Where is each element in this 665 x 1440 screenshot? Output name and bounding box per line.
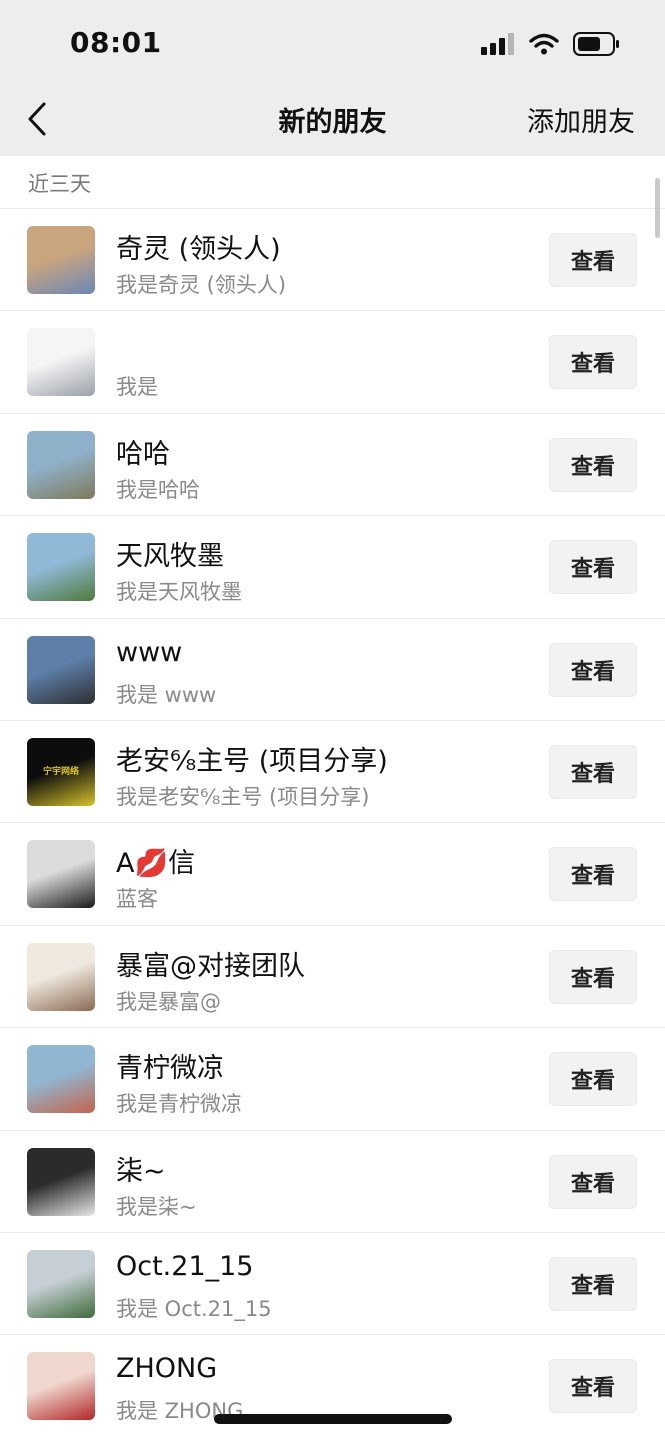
contact-name: 奇灵 (领头人): [116, 234, 281, 265]
wifi-icon: [529, 33, 559, 55]
friend-request-row[interactable]: Oct.21_15 我是 Oct.21_15 查看: [0, 1233, 665, 1336]
contact-name: 青柠微凉: [116, 1053, 224, 1085]
friend-request-row[interactable]: A💋信蓝客 查看: [0, 823, 665, 926]
friend-request-row[interactable]: 柒~ 我是柒~ 查看: [0, 1131, 665, 1233]
friend-request-row[interactable]: 暴富@对接团队我是暴富@ 查看: [0, 926, 665, 1029]
avatar[interactable]: [27, 635, 95, 704]
request-message: 我是 www: [116, 682, 217, 707]
add-friend-button[interactable]: 添加朋友: [527, 100, 635, 139]
request-message: 我是 Oct.21_15: [116, 1296, 272, 1321]
scrollbar[interactable]: [655, 178, 660, 238]
view-button[interactable]: 查看: [549, 233, 637, 287]
avatar[interactable]: [27, 328, 95, 397]
contact-name: A💋信: [116, 848, 196, 880]
section-label: 近三天: [28, 172, 91, 196]
request-message: 我是老安⁶⁄₈主号 (项目分享): [116, 784, 370, 809]
contact-name: 柒~: [116, 1155, 166, 1187]
friend-request-row[interactable]: 天风牧墨我是天风牧墨 查看: [0, 516, 665, 619]
cellular-signal-icon: [481, 33, 514, 55]
view-button[interactable]: 查看: [549, 949, 637, 1004]
navigation-bar: 新的朋友 添加朋友: [0, 88, 665, 156]
request-message: 我是奇灵 (领头人): [116, 273, 287, 297]
view-button[interactable]: 查看: [549, 540, 637, 595]
home-indicator[interactable]: [214, 1414, 452, 1424]
request-message: 我是: [116, 375, 158, 400]
contact-name: ZHONG: [116, 1353, 218, 1385]
friend-request-row[interactable]: 奇灵 (领头人) 我是奇灵 (领头人) 查看: [0, 209, 665, 312]
avatar[interactable]: 宁宇网络: [27, 737, 95, 806]
avatar[interactable]: [27, 1147, 95, 1216]
avatar[interactable]: [27, 1249, 95, 1318]
contact-name: Oct.21_15: [116, 1250, 254, 1282]
avatar[interactable]: [27, 1352, 95, 1421]
friend-request-row[interactable]: www 我是 www 查看: [0, 619, 665, 721]
friend-request-list: 奇灵 (领头人) 我是奇灵 (领头人) 查看 我是 查看 哈哈 我是哈哈 查看 天风牧墨 我是天风…: [0, 209, 665, 1438]
avatar[interactable]: [27, 226, 95, 294]
view-button[interactable]: 查看: [549, 437, 637, 492]
avatar-logo-text: 宁宇网络: [42, 766, 79, 777]
view-button[interactable]: 查看: [549, 1154, 637, 1209]
contact-name: www: [116, 636, 183, 668]
view-button[interactable]: 查看: [549, 1359, 637, 1414]
avatar[interactable]: [27, 533, 95, 602]
status-time: 08:01: [70, 26, 162, 59]
contact-name: 哈哈: [116, 438, 170, 470]
friend-request-row[interactable]: 我是 查看: [0, 311, 665, 414]
view-button[interactable]: 查看: [549, 1052, 637, 1107]
friend-request-row[interactable]: 青柠微凉我是青柠微凉 查看: [0, 1028, 665, 1131]
contact-name: 老安⁶⁄₈主号 (项目分享): [116, 745, 388, 777]
friend-request-row[interactable]: 宁宇网络 老安⁶⁄₈主号 (项目分享) 我是老安⁶⁄₈主号 (项目分享) 查看: [0, 721, 665, 824]
section-header: 近三天: [0, 156, 665, 209]
request-message: 我是柒~: [116, 1194, 197, 1219]
view-button[interactable]: 查看: [549, 642, 637, 697]
status-icons: [481, 30, 621, 58]
request-message: 我是青柠微凉: [116, 1092, 242, 1117]
view-button[interactable]: 查看: [549, 335, 637, 390]
request-message: 我是哈哈: [116, 477, 200, 502]
avatar[interactable]: [27, 840, 95, 909]
request-message: 我是暴富@: [116, 989, 221, 1014]
avatar[interactable]: [27, 430, 95, 499]
view-button[interactable]: 查看: [549, 744, 637, 799]
status-bar: 08:01: [0, 0, 665, 88]
battery-icon: [573, 32, 619, 56]
contact-name: 暴富@对接团队: [116, 950, 305, 982]
avatar[interactable]: [27, 1045, 95, 1114]
view-button[interactable]: 查看: [549, 1256, 637, 1311]
friend-request-row[interactable]: 哈哈我是哈哈 查看: [0, 414, 665, 517]
contact-name: 天风牧墨: [116, 541, 224, 573]
avatar[interactable]: [27, 942, 95, 1011]
request-message: 蓝客: [116, 887, 158, 912]
view-button[interactable]: 查看: [549, 847, 637, 902]
request-message: 我是天风牧墨: [116, 580, 242, 605]
